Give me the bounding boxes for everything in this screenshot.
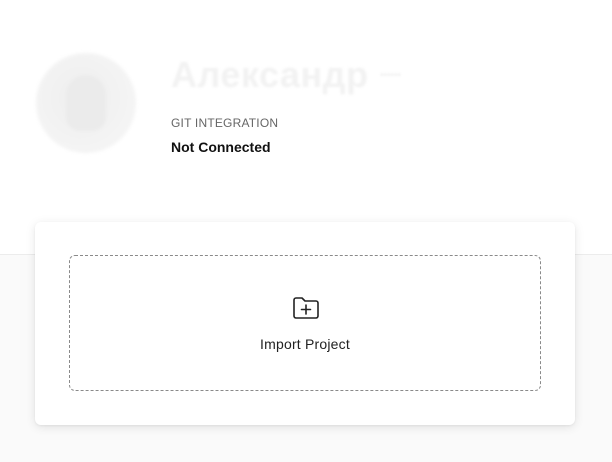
folder-plus-icon	[293, 297, 319, 319]
git-integration-status: Not Connected	[171, 139, 271, 155]
profile-name: Александр	[171, 54, 369, 95]
avatar-silhouette	[66, 75, 106, 131]
profile-header: Александр •••••• GIT INTEGRATION Not Con…	[0, 0, 612, 255]
avatar	[36, 53, 136, 153]
profile-handle: ••••••	[380, 70, 402, 81]
import-project-label: Import Project	[260, 336, 350, 352]
import-card: Import Project	[35, 222, 575, 425]
git-integration-label: GIT INTEGRATION	[171, 116, 279, 130]
import-project-dropzone[interactable]: Import Project	[69, 255, 541, 391]
